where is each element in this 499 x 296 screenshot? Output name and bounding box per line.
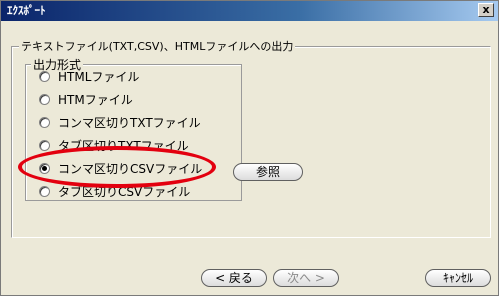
back-button[interactable]: < 戻る: [201, 269, 267, 287]
radio-htm[interactable]: HTMファイル: [39, 90, 133, 108]
radio-button[interactable]: [39, 70, 50, 82]
export-dialog: ｴｸｽﾎﾟｰﾄ x テキストファイル(TXT,CSV)、HTMLファイルへの出力…: [0, 0, 499, 296]
radio-comma-txt[interactable]: コンマ区切りTXTファイル: [39, 113, 201, 131]
close-button[interactable]: x: [478, 3, 494, 17]
browse-button[interactable]: 参照: [233, 163, 303, 181]
radio-button[interactable]: [39, 185, 50, 197]
next-button[interactable]: 次へ >: [273, 269, 339, 287]
radio-button[interactable]: [39, 139, 50, 151]
radio-label: HTMLファイル: [58, 69, 140, 84]
radio-label: コンマ区切りTXTファイル: [58, 115, 201, 130]
radio-label: HTMファイル: [58, 92, 133, 107]
highlight-ellipse: [18, 146, 216, 188]
cancel-button[interactable]: ｷｬﾝｾﾙ: [425, 269, 491, 287]
radio-button[interactable]: [39, 93, 50, 105]
title-bar[interactable]: ｴｸｽﾎﾟｰﾄ x: [1, 1, 498, 21]
export-group-legend: テキストファイル(TXT,CSV)、HTMLファイルへの出力: [19, 38, 296, 54]
window-title: ｴｸｽﾎﾟｰﾄ: [7, 4, 46, 17]
radio-html[interactable]: HTMLファイル: [39, 67, 139, 85]
radio-button[interactable]: [39, 116, 50, 128]
